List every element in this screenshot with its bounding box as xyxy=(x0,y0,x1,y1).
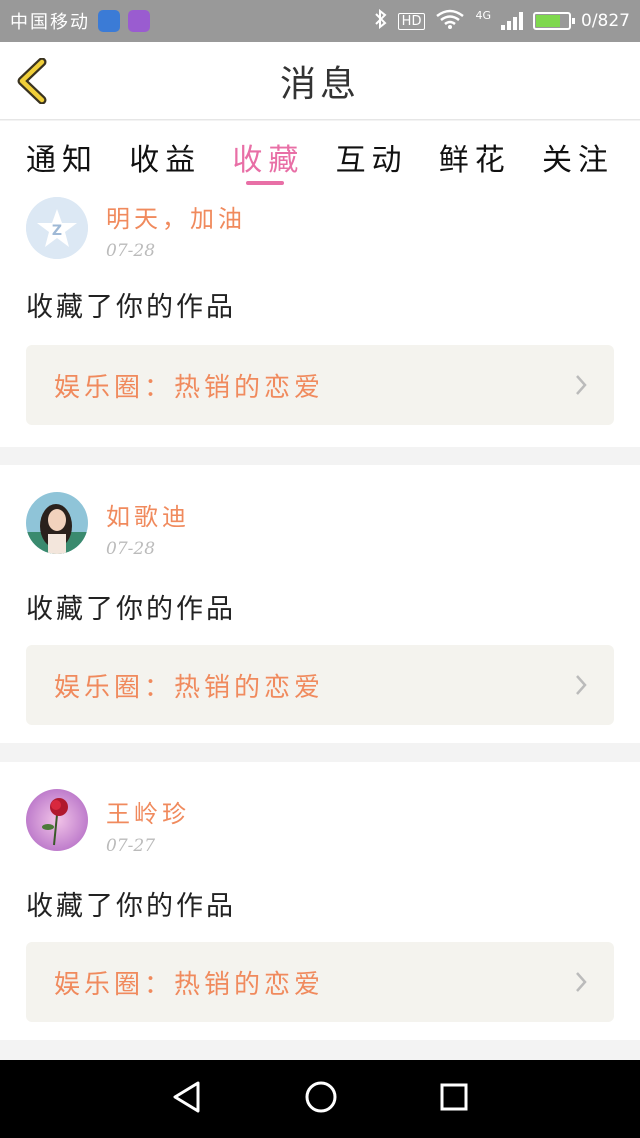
username[interactable]: 王岭珍 xyxy=(106,794,190,829)
signal-icon xyxy=(501,12,523,30)
home-circle-icon[interactable] xyxy=(304,1080,338,1118)
chevron-right-icon xyxy=(574,673,588,701)
system-nav-bar xyxy=(0,1060,640,1138)
hd-badge: HD xyxy=(397,12,426,30)
avatar[interactable] xyxy=(26,492,88,554)
tab-label: 通知 xyxy=(26,143,98,178)
work-link[interactable]: 娱乐圈：热销的恋爱 xyxy=(26,645,614,725)
network-type: 4G xyxy=(475,8,491,22)
chevron-right-icon xyxy=(574,970,588,998)
work-link[interactable]: 娱乐圈：热销的恋爱 xyxy=(26,942,614,1022)
timestamp: 07-28 xyxy=(106,241,156,261)
svg-text:Z: Z xyxy=(52,223,62,239)
tab-label: 关注 xyxy=(541,143,614,178)
recents-square-icon[interactable] xyxy=(439,1082,469,1116)
screen: 中国移动 HD 4G 0/827 消息 通知 收益 收藏 互动 鲜花 关注 Z … xyxy=(0,0,640,1138)
notification-app-icon xyxy=(98,10,120,32)
app-header: 消息 xyxy=(0,42,640,120)
tab-favorites[interactable]: 收藏 xyxy=(232,121,304,189)
active-tab-indicator xyxy=(246,181,285,185)
message-item: 如歌迪 07-28 收藏了你的作品 娱乐圈：热销的恋爱 xyxy=(0,465,640,743)
username[interactable]: 明天，加油 xyxy=(106,199,246,234)
username[interactable]: 如歌迪 xyxy=(106,497,190,532)
work-link[interactable]: 娱乐圈：热销的恋爱 xyxy=(26,345,614,425)
page-title: 消息 xyxy=(279,63,360,105)
action-text: 收藏了你的作品 xyxy=(26,594,236,625)
timestamp: 07-28 xyxy=(106,539,156,559)
tab-bar: 通知 收益 收藏 互动 鲜花 关注 xyxy=(0,121,640,189)
work-title: 娱乐圈：热销的恋爱 xyxy=(54,372,325,403)
chevron-right-icon xyxy=(574,373,588,401)
work-title: 娱乐圈：热销的恋爱 xyxy=(54,969,325,1000)
tab-label: 互动 xyxy=(335,143,408,178)
data-rate: 0/827 xyxy=(581,11,630,31)
tab-label: 收藏 xyxy=(232,143,305,178)
bluetooth-icon xyxy=(374,8,388,34)
back-triangle-icon[interactable] xyxy=(171,1080,203,1118)
tab-label: 鲜花 xyxy=(438,143,511,178)
battery-icon xyxy=(533,12,575,30)
avatar[interactable] xyxy=(26,789,88,851)
message-item: Z 明天，加油 07-28 收藏了你的作品 娱乐圈：热销的恋爱 xyxy=(0,189,640,447)
tab-earnings[interactable]: 收益 xyxy=(129,121,201,189)
chevron-left-icon[interactable] xyxy=(14,57,54,105)
status-bar: 中国移动 HD 4G 0/827 xyxy=(0,0,640,42)
timestamp: 07-27 xyxy=(106,836,156,856)
avatar[interactable]: Z xyxy=(26,197,88,259)
message-item: 王岭珍 07-27 收藏了你的作品 娱乐圈：热销的恋爱 xyxy=(0,762,640,1040)
notification-gallery-icon xyxy=(128,10,150,32)
action-text: 收藏了你的作品 xyxy=(26,891,236,922)
tab-notifications[interactable]: 通知 xyxy=(26,121,98,189)
tab-follows[interactable]: 关注 xyxy=(542,121,614,189)
tab-interactions[interactable]: 互动 xyxy=(336,121,408,189)
carrier-label: 中国移动 xyxy=(10,12,90,33)
tab-flowers[interactable]: 鲜花 xyxy=(439,121,511,189)
wifi-icon xyxy=(435,9,465,34)
tab-label: 收益 xyxy=(129,143,202,178)
work-title: 娱乐圈：热销的恋爱 xyxy=(54,672,325,703)
action-text: 收藏了你的作品 xyxy=(26,292,236,323)
